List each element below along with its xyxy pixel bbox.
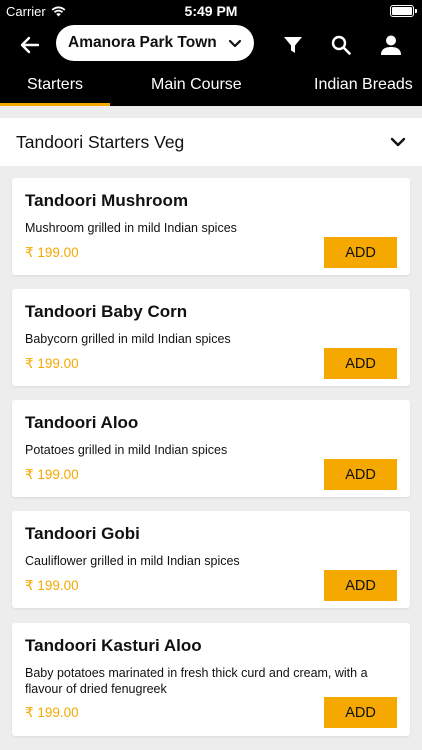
add-button[interactable]: ADD — [324, 348, 397, 379]
item-price: ₹ 199.00 — [25, 467, 79, 482]
tab-starters[interactable]: Starters — [27, 76, 83, 94]
item-price: ₹ 199.00 — [25, 245, 79, 260]
menu-item-card: Tandoori Mushroom Mushroom grilled in mi… — [12, 178, 410, 275]
chevron-down-icon — [390, 137, 406, 147]
add-button[interactable]: ADD — [324, 697, 397, 728]
item-price: ₹ 199.00 — [25, 356, 79, 371]
back-button[interactable] — [16, 31, 44, 59]
filter-button[interactable] — [279, 31, 307, 59]
app-bar: Amanora Park Town — [0, 22, 422, 68]
profile-button[interactable] — [377, 31, 405, 59]
category-tabs: Starters Main Course Indian Breads — [0, 68, 422, 106]
section-title: Tandoori Starters Veg — [16, 131, 185, 152]
menu-item-card: Tandoori Kasturi Aloo Baby potatoes mari… — [12, 623, 410, 736]
item-description: Potatoes grilled in mild Indian spices — [25, 443, 228, 457]
item-name: Tandoori Baby Corn — [25, 302, 188, 321]
tab-main-course[interactable]: Main Course — [151, 76, 242, 94]
search-icon — [331, 35, 351, 55]
chevron-down-icon — [228, 39, 242, 47]
category-section-header[interactable]: Tandoori Starters Veg — [0, 118, 422, 166]
location-selector[interactable]: Amanora Park Town — [56, 25, 254, 61]
item-price: ₹ 199.00 — [25, 705, 79, 720]
item-description: Baby potatoes marinated in fresh thick c… — [25, 666, 368, 696]
item-description: Cauliflower grilled in mild Indian spice… — [25, 554, 240, 568]
search-button[interactable] — [327, 31, 355, 59]
item-description: Mushroom grilled in mild Indian spices — [25, 221, 237, 235]
tab-indian-breads[interactable]: Indian Breads — [314, 76, 413, 94]
item-name: Tandoori Aloo — [25, 413, 139, 432]
status-bar: Carrier 5:49 PM — [0, 0, 422, 22]
menu-item-card: Tandoori Gobi Cauliflower grilled in mil… — [12, 511, 410, 608]
add-button[interactable]: ADD — [324, 459, 397, 490]
item-description: Babycorn grilled in mild Indian spices — [25, 332, 231, 346]
filter-icon — [284, 37, 302, 53]
add-button[interactable]: ADD — [324, 237, 397, 268]
menu-item-card: Tandoori Baby Corn Babycorn grilled in m… — [12, 289, 410, 386]
item-name: Tandoori Kasturi Aloo — [25, 636, 202, 655]
menu-item-card: Tandoori Aloo Potatoes grilled in mild I… — [12, 400, 410, 497]
location-label: Amanora Park Town — [68, 34, 217, 51]
user-icon — [381, 35, 401, 55]
item-name: Tandoori Gobi — [25, 524, 140, 543]
battery-icon — [390, 5, 417, 17]
item-name: Tandoori Mushroom — [25, 191, 189, 210]
active-tab-indicator — [0, 103, 110, 106]
item-price: ₹ 199.00 — [25, 578, 79, 593]
add-button[interactable]: ADD — [324, 570, 397, 601]
back-arrow-icon — [20, 36, 40, 54]
clock: 5:49 PM — [184, 3, 238, 19]
